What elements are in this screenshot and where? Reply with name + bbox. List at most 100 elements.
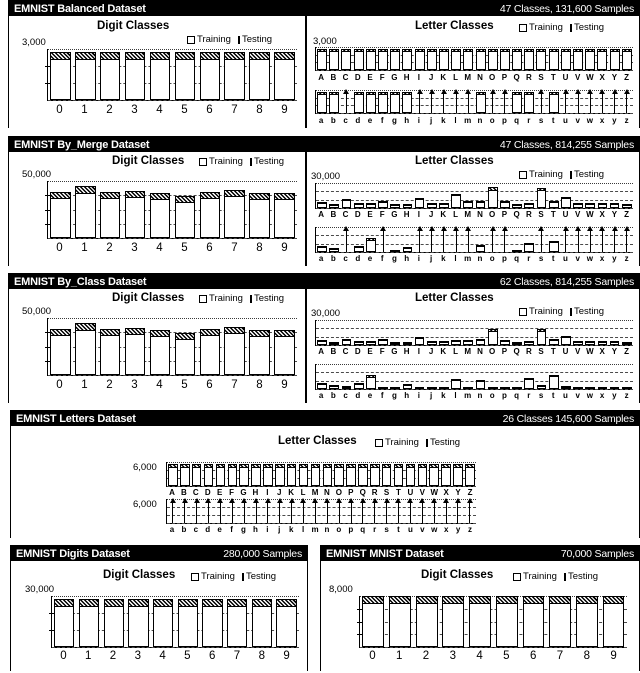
stacked-bar: [463, 386, 474, 389]
bar-cell: [428, 498, 440, 523]
bar-cell: [464, 462, 476, 486]
testing-segment: [622, 49, 631, 53]
stacked-bar: [353, 48, 364, 70]
testing-segment: [240, 464, 248, 468]
stacked-bar: [573, 203, 583, 208]
bar-group: [48, 318, 297, 375]
plot-area: [357, 596, 627, 648]
bar-cell: [499, 183, 511, 208]
bar-cell: [462, 364, 474, 389]
x-axis-label: M: [311, 488, 319, 497]
bar-cell: [474, 90, 486, 113]
bar-cell: [596, 183, 608, 208]
x-axis-label: 3: [131, 379, 138, 391]
plot-area: [45, 318, 297, 376]
stacked-bar: [417, 463, 428, 486]
bar-cell: [340, 89, 352, 113]
merged-class-arrow-icon: [276, 498, 283, 523]
legend-training-label: Training: [529, 22, 563, 33]
x-axis-label: q: [514, 391, 520, 400]
x-axis-label: f: [380, 254, 384, 263]
bar-cell: [450, 47, 462, 70]
x-axis-label: 5: [181, 242, 188, 254]
merged-class-arrow-icon: [442, 498, 449, 523]
training-swatch-icon: [199, 294, 207, 303]
plot-area-lower: [166, 498, 476, 524]
stacked-bar: [274, 329, 295, 375]
stacked-bar: [317, 48, 328, 70]
stacked-bar: [585, 203, 596, 208]
bar-group: [48, 49, 297, 100]
stacked-bar: [585, 341, 596, 345]
x-axis-label: 2: [106, 242, 113, 254]
bar-cell: [523, 320, 535, 345]
x-axis-label: d: [205, 525, 211, 534]
stacked-bar: [522, 596, 545, 647]
bar-cell: [353, 90, 365, 113]
bar-cell: [353, 227, 365, 252]
stacked-bar: [451, 48, 462, 70]
legend-testing-label: Testing: [567, 571, 599, 582]
bar-cell: [572, 226, 584, 252]
testing-segment: [275, 330, 294, 337]
stacked-bar: [50, 328, 71, 375]
stacked-bar: [439, 341, 449, 345]
x-axis-label: x: [599, 116, 605, 125]
testing-segment: [561, 197, 570, 200]
x-axis-label: j: [429, 116, 433, 125]
testing-segment: [610, 203, 619, 205]
bar-cell: [584, 89, 596, 113]
testing-segment: [330, 386, 339, 388]
legend-testing-label: Testing: [573, 306, 605, 317]
testing-swatch-icon: [569, 307, 572, 316]
panel-title: EMNIST By_Merge Dataset: [14, 138, 150, 151]
stacked-bar: [329, 248, 340, 252]
bar-cell: [560, 320, 572, 345]
bar-cell: [274, 498, 286, 523]
stacked-bar: [203, 463, 214, 486]
x-axis-labels: 0 1 2 3 4 5 6 7 8 9: [359, 650, 627, 662]
testing-segment: [452, 194, 461, 197]
x-axis-label: 9: [281, 379, 288, 391]
chart-title: Letter Classes: [278, 435, 357, 447]
bar-cell: [414, 364, 426, 389]
stacked-bar: [573, 48, 584, 70]
testing-segment: [488, 387, 497, 389]
panel-bymerge: EMNIST By_Merge Dataset Digit Classes Tr…: [8, 136, 306, 266]
panel-title: EMNIST Balanced Dataset: [14, 2, 146, 15]
x-axis-label: a: [318, 391, 324, 400]
x-axis-label: 4: [156, 104, 163, 116]
x-axis-label: i: [417, 254, 420, 263]
bar-cell: [535, 320, 547, 345]
bar-cell: [609, 89, 621, 113]
testing-segment: [452, 49, 461, 53]
legend-training: Training: [199, 293, 243, 304]
merged-class-arrow-icon: [611, 226, 618, 252]
x-axis-labels-upper: ABCDEFGHIJKLMNOPQRSTUVWXYZ: [315, 347, 633, 356]
testing-segment: [549, 92, 558, 96]
merged-class-arrow-icon: [428, 226, 435, 252]
testing-segment: [342, 387, 351, 389]
x-axis-labels: 0 1 2 3 4 5 6 7 8 9: [47, 379, 297, 391]
x-axis-label: L: [453, 347, 458, 356]
x-axis-label: 3: [131, 242, 138, 254]
x-axis-label: J: [428, 347, 434, 356]
bar-cell: [226, 462, 238, 486]
testing-segment: [574, 342, 582, 344]
testing-segment: [513, 204, 521, 206]
bar-cell: [596, 364, 608, 389]
stacked-bar: [548, 240, 559, 252]
bar-cell: [438, 364, 450, 389]
x-axis-label: G: [240, 488, 247, 497]
testing-segment: [363, 597, 384, 604]
x-axis-label: W: [586, 210, 594, 219]
x-axis-label: F: [379, 73, 385, 82]
testing-segment: [366, 203, 375, 205]
x-axis-label: i: [417, 116, 420, 125]
x-axis-label: g: [391, 391, 397, 400]
chart-balanced-digits: Digit Classes Training Testing 3,000 0 1 2…: [9, 16, 305, 128]
x-axis-label: G: [391, 347, 398, 356]
x-axis-label: m: [464, 391, 472, 400]
bar-cell: [222, 49, 247, 100]
stacked-bar: [524, 378, 535, 389]
